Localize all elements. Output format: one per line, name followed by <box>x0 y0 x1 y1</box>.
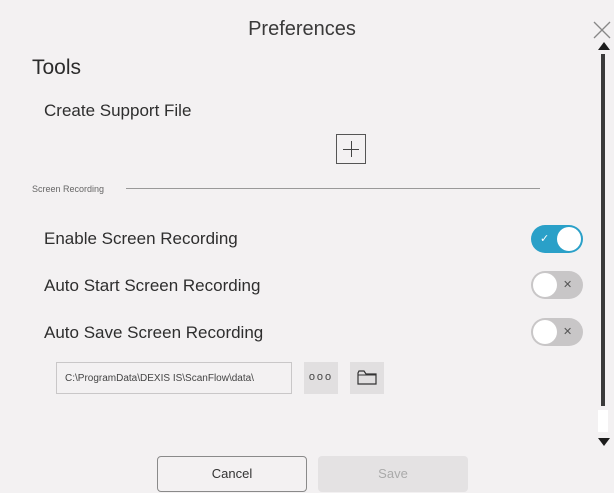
toggle-knob <box>533 273 557 297</box>
scroll-thumb[interactable] <box>598 410 608 432</box>
vertical-scrollbar[interactable] <box>596 40 610 450</box>
create-support-file-button[interactable] <box>336 134 366 164</box>
save-button[interactable]: Save <box>318 456 468 492</box>
auto-save-screen-recording-label: Auto Save Screen Recording <box>44 323 264 342</box>
scroll-track[interactable] <box>601 54 605 406</box>
folder-icon <box>357 370 377 385</box>
create-support-file-label: Create Support File <box>44 101 192 120</box>
cancel-button[interactable]: Cancel <box>157 456 307 492</box>
open-folder-button[interactable] <box>350 362 384 394</box>
scroll-up-arrow-icon[interactable] <box>598 42 610 50</box>
auto-start-screen-recording-label: Auto Start Screen Recording <box>44 276 261 295</box>
section-divider <box>126 188 540 189</box>
auto-save-screen-recording-toggle[interactable]: ✕ <box>531 318 583 346</box>
more-icon: ooo <box>308 371 334 383</box>
x-icon: ✕ <box>563 279 573 291</box>
save-path-field[interactable]: C:\ProgramData\DEXIS IS\ScanFlow\data\ <box>56 362 292 394</box>
close-icon[interactable] <box>592 20 612 40</box>
check-icon: ✓ <box>540 233 550 245</box>
toggle-knob <box>557 227 581 251</box>
enable-screen-recording-label: Enable Screen Recording <box>44 229 238 248</box>
screen-recording-section-label: Screen Recording <box>32 184 105 194</box>
x-icon: ✕ <box>563 326 573 338</box>
toggle-knob <box>533 320 557 344</box>
enable-screen-recording-toggle[interactable]: ✓ <box>531 225 583 253</box>
auto-start-screen-recording-toggle[interactable]: ✕ <box>531 271 583 299</box>
tools-heading: Tools <box>32 56 82 79</box>
scroll-down-arrow-icon[interactable] <box>598 438 610 446</box>
browse-path-button[interactable]: ooo <box>304 362 338 394</box>
dialog-title: Preferences <box>248 18 356 40</box>
